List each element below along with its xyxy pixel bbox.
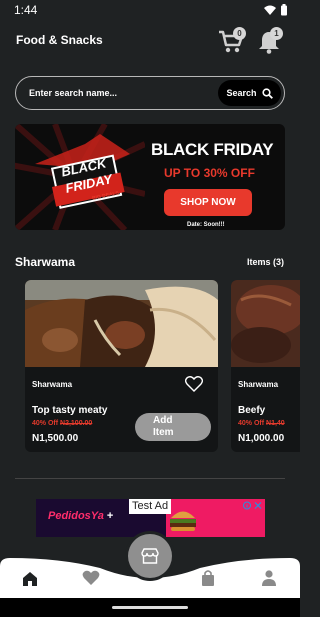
product-image	[231, 280, 300, 367]
app-title: Food & Snacks	[16, 33, 103, 47]
home-icon[interactable]	[21, 570, 39, 588]
notification-count-badge: 1	[270, 27, 283, 40]
old-price: N1,40	[266, 420, 285, 427]
product-discount: 40% Off N1,40	[238, 420, 285, 427]
ad-info-icon[interactable]	[243, 501, 263, 510]
heart-nav-icon[interactable]	[82, 569, 100, 587]
user-icon[interactable]	[260, 569, 278, 587]
banner-title: BLACK FRIDAY	[151, 140, 274, 159]
banner-subtitle: UP TO 30% OFF	[164, 166, 255, 180]
search-input[interactable]	[29, 85, 219, 101]
product-title: Beefy	[238, 405, 266, 416]
home-gesture-handle[interactable]	[112, 606, 188, 609]
cart-count-badge: 0	[233, 27, 246, 40]
discount-label: 40% Off	[32, 420, 59, 427]
add-item-label: Add Item	[153, 415, 174, 438]
product-price: N1,000.00	[238, 433, 285, 444]
add-item-button[interactable]: Add Item	[135, 413, 211, 441]
search-button[interactable]: Search	[218, 80, 281, 106]
product-title: Top tasty meaty	[32, 405, 108, 416]
search-bar: Search	[15, 76, 285, 110]
section-item-count: Items (3)	[246, 257, 284, 267]
burger-image	[170, 511, 196, 531]
store-icon	[141, 548, 159, 564]
notifications-button[interactable]: 1	[258, 27, 284, 54]
promo-banner[interactable]: BLACK FRIDAY BIG DEALS BLACK FRIDAY UP T…	[15, 124, 285, 230]
search-button-label: Search	[226, 88, 257, 98]
battery-icon	[281, 4, 287, 16]
status-icons	[264, 4, 288, 16]
ad-brand: PedidosYa +	[48, 510, 114, 522]
store-button[interactable]	[128, 534, 172, 578]
banner-date: Date: Soon!!!	[187, 222, 225, 228]
bag-icon[interactable]	[199, 569, 217, 587]
product-discount: 40% Off N2,100.00	[32, 420, 92, 427]
old-price: N2,100.00	[60, 420, 93, 427]
product-category: Sharwama	[238, 380, 279, 389]
search-icon	[261, 87, 273, 99]
product-card[interactable]: Sharwama Beefy 40% Off N1,40 N1,000.00	[231, 280, 300, 452]
status-time: 1:44	[14, 3, 38, 17]
product-category: Sharwama	[32, 380, 73, 389]
status-bar	[0, 0, 300, 20]
cart-button[interactable]: 0	[218, 27, 248, 54]
divider	[15, 478, 285, 479]
product-image	[25, 280, 218, 367]
heart-icon[interactable]	[185, 376, 203, 392]
wifi-icon	[264, 5, 276, 15]
section-title: Sharwama	[15, 255, 76, 269]
ad-label: Test Ad	[129, 499, 172, 514]
shop-now-button[interactable]: SHOP NOW	[164, 189, 252, 216]
product-card[interactable]: Sharwama Top tasty meaty 40% Off N2,100.…	[25, 280, 218, 452]
product-price: N1,500.00	[32, 433, 79, 444]
discount-label: 40% Off	[238, 420, 265, 427]
ad-banner[interactable]: PedidosYa + Test Ad	[36, 499, 265, 537]
